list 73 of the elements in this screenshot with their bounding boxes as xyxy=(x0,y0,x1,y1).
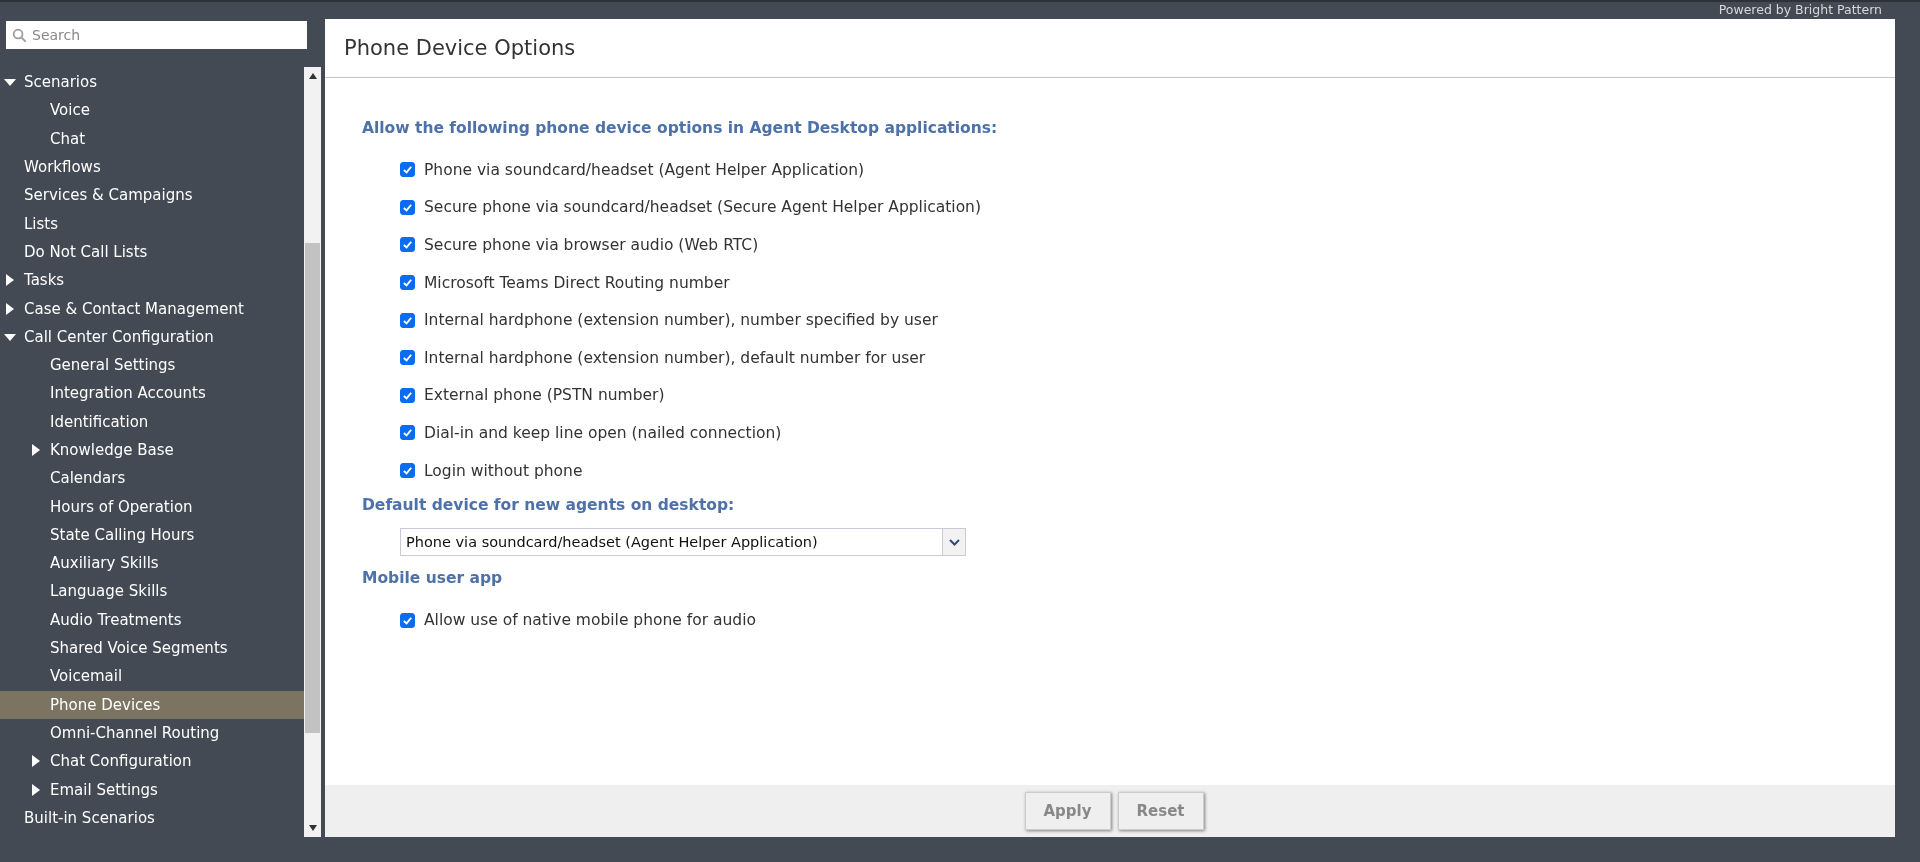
checkmark-icon xyxy=(402,164,413,176)
checkbox[interactable] xyxy=(400,612,415,628)
sidebar-item[interactable]: Call Center Configuration xyxy=(0,322,304,351)
checkbox-label: Login without phone xyxy=(424,461,583,480)
sidebar-item[interactable]: Hours of Operation xyxy=(0,492,304,521)
scroll-down-icon[interactable] xyxy=(308,825,317,831)
checkbox[interactable] xyxy=(400,387,415,403)
sidebar-item[interactable]: Services & Campaigns xyxy=(0,181,304,210)
page-title: Phone Device Options xyxy=(344,36,576,60)
checkbox[interactable] xyxy=(400,275,415,291)
scrollbar[interactable] xyxy=(304,67,321,837)
sidebar-item[interactable]: Scenarios xyxy=(0,68,304,97)
checkbox[interactable] xyxy=(400,425,415,441)
checkbox-label: External phone (PSTN number) xyxy=(424,386,665,405)
section-heading: Allow the following phone device options in Agent Desktop applications: xyxy=(362,118,999,139)
sidebar-item[interactable]: General Settings xyxy=(0,350,304,380)
caret-right-icon[interactable] xyxy=(30,755,42,768)
sidebar-item[interactable]: Audio Treatments xyxy=(0,605,304,634)
sidebar-item[interactable]: Calendars xyxy=(0,464,304,493)
powered-by-text: Powered by Bright Pattern xyxy=(1718,2,1882,17)
sidebar-item[interactable]: Auxiliary Skills xyxy=(0,549,304,578)
sidebar-item[interactable]: Lists xyxy=(0,209,304,238)
sidebar-item[interactable]: Voice xyxy=(0,96,304,125)
device-dropdown[interactable]: Phone via soundcard/headset (Agent Helper Application) xyxy=(400,528,966,557)
checkbox[interactable] xyxy=(400,162,415,178)
section-heading: Mobile user app xyxy=(362,568,504,590)
sidebar-item[interactable]: Case & Contact Management xyxy=(0,294,304,323)
checkbox-label: Internal hardphone (extension number), default number for user xyxy=(424,348,926,367)
search-field[interactable]: Search xyxy=(6,21,307,49)
sidebar-item[interactable]: Chat Configuration xyxy=(0,747,304,776)
checkmark-icon xyxy=(402,352,413,364)
sidebar-item[interactable]: Built-in Scenarios xyxy=(0,803,304,832)
checkmark-icon xyxy=(402,614,413,626)
checkmark-icon xyxy=(402,427,413,439)
checkbox[interactable] xyxy=(400,350,415,366)
checkmark-icon xyxy=(402,239,413,251)
sidebar-item[interactable]: Knowledge Base xyxy=(0,435,304,465)
sidebar-item[interactable]: Language Skills xyxy=(0,577,304,606)
sidebar-item[interactable]: Voicemail xyxy=(0,662,304,691)
sidebar-item[interactable]: Identification xyxy=(0,407,304,436)
checkbox[interactable] xyxy=(400,199,415,215)
checkmark-icon xyxy=(402,277,413,289)
sidebar-item[interactable]: Integration Accounts xyxy=(0,379,304,408)
scroll-up-icon[interactable] xyxy=(308,73,317,79)
sidebar-item[interactable]: Workflows xyxy=(0,152,304,182)
checkbox[interactable] xyxy=(400,312,415,328)
chevron-down-icon xyxy=(948,538,960,546)
sidebar-item[interactable]: Tasks xyxy=(0,266,304,295)
sidebar-item[interactable]: Do Not Call Lists xyxy=(0,237,304,267)
checkmark-icon xyxy=(402,314,413,326)
checkmark-icon xyxy=(402,201,413,213)
checkbox-label: Microsoft Teams Direct Routing number xyxy=(424,273,730,292)
checkbox[interactable] xyxy=(400,463,415,479)
caret-right-icon[interactable] xyxy=(4,274,16,287)
checkbox[interactable] xyxy=(400,237,415,253)
checkbox-label: Internal hardphone (extension number), number specified by user xyxy=(424,311,938,330)
caret-right-icon[interactable] xyxy=(4,302,16,315)
sidebar-item[interactable]: Omni-Channel Routing xyxy=(0,718,304,748)
checkmark-icon xyxy=(402,465,413,477)
sidebar-item[interactable]: Chat xyxy=(0,124,304,153)
caret-right-icon[interactable] xyxy=(30,783,42,796)
checkbox-label: Phone via soundcard/headset (Agent Helper Application) xyxy=(424,160,865,179)
sidebar-item[interactable]: State Calling Hours xyxy=(0,520,304,550)
caret-right-icon[interactable] xyxy=(30,444,42,456)
checkbox-label: Secure phone via browser audio (Web RTC) xyxy=(424,236,759,254)
sidebar-item[interactable]: Email Settings xyxy=(0,775,304,804)
checkbox-label: Allow use of native mobile phone for audio xyxy=(424,611,756,630)
checkmark-icon xyxy=(402,389,413,401)
checkbox-label: Secure phone via soundcard/headset (Secure Agent Helper Application) xyxy=(424,198,981,217)
sidebar-item[interactable]: Shared Voice Segments xyxy=(0,633,304,663)
section-heading: Default device for new agents on desktop: xyxy=(362,495,736,517)
sidebar-item[interactable]: Phone Devices xyxy=(0,690,304,719)
checkbox-label: Dial-in and keep line open (nailed connection) xyxy=(424,423,782,442)
